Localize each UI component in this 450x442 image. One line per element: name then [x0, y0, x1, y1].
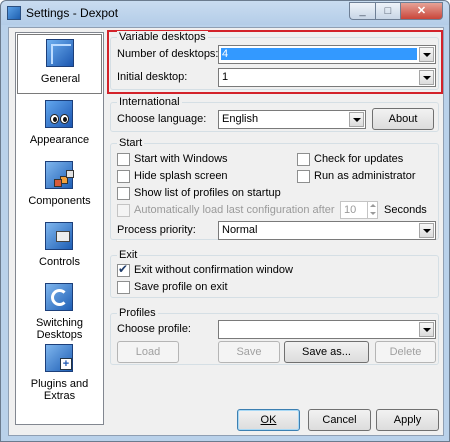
sidebar-item-plugins[interactable]: + Plugins and Extras [17, 340, 102, 402]
initial-desktop-label: Initial desktop: [117, 71, 188, 83]
sidebar-item-label: Controls [39, 256, 80, 268]
apply-button[interactable]: Apply [376, 409, 439, 431]
sidebar-item-label: Components [28, 195, 91, 207]
check-for-updates-label: Check for updates [314, 153, 404, 165]
sidebar-item-label: General [40, 73, 81, 85]
general-icon [46, 39, 74, 67]
maximize-button[interactable]: □ [375, 2, 400, 20]
start-group: Start Start with Windows Check for updat… [110, 137, 439, 240]
settings-sidebar: General Appearance Components Controls S… [15, 32, 104, 425]
auto-load-label: Automatically load last configuration af… [134, 204, 335, 216]
chevron-down-icon[interactable] [419, 223, 434, 238]
dropdown-value: 1 [222, 71, 229, 83]
close-button[interactable]: ✕ [400, 2, 443, 20]
chevron-down-icon[interactable] [419, 322, 434, 337]
spinner-value: 10 [344, 204, 357, 216]
controls-icon [45, 222, 73, 250]
sidebar-item-general[interactable]: General [17, 34, 102, 94]
sidebar-item-label: Appearance [29, 134, 90, 146]
ok-button[interactable]: OK [237, 409, 300, 431]
sidebar-item-label: Switching Desktops [35, 317, 84, 341]
save-profile-button[interactable]: Save [218, 341, 280, 363]
language-dropdown[interactable]: English [218, 110, 366, 129]
number-of-desktops-dropdown[interactable]: 4 [218, 45, 436, 64]
sidebar-item-controls[interactable]: Controls [17, 218, 102, 278]
process-priority-dropdown[interactable]: Normal [218, 221, 436, 240]
hide-splash-label: Hide splash screen [134, 170, 228, 182]
profiles-group: Profiles Choose profile: Load Save Save … [110, 307, 439, 365]
group-title: Start [117, 137, 145, 149]
plugins-icon: + [45, 344, 73, 372]
group-title: Profiles [117, 307, 158, 319]
spinner-arrows-icon[interactable] [367, 202, 377, 218]
appearance-icon [45, 100, 73, 128]
checkmark-icon: ✔ [118, 262, 129, 276]
save-profile-on-exit-checkbox[interactable] [117, 281, 130, 294]
choose-language-label: Choose language: [117, 113, 207, 125]
international-group: International Choose language: English A… [110, 96, 439, 132]
start-with-windows-label: Start with Windows [134, 153, 228, 165]
show-profiles-label: Show list of profiles on startup [134, 187, 281, 199]
ok-label: OK [260, 414, 277, 426]
window-title: Settings - Dexpot [26, 6, 119, 20]
settings-window: Settings - Dexpot _ □ ✕ General Appearan… [0, 0, 450, 442]
dialog-client-area: General Appearance Components Controls S… [8, 27, 444, 436]
components-icon [45, 161, 74, 189]
process-priority-label: Process priority: [117, 224, 196, 236]
sidebar-item-switching-desktops[interactable]: Switching Desktops [17, 279, 102, 341]
chevron-down-icon[interactable] [349, 112, 364, 127]
seconds-spinner[interactable]: 10 [340, 201, 378, 219]
start-with-windows-checkbox[interactable] [117, 153, 130, 166]
dropdown-value: Normal [222, 224, 258, 236]
choose-profile-dropdown[interactable] [218, 320, 436, 339]
exit-without-confirmation-checkbox[interactable]: ✔ [117, 262, 130, 277]
number-of-desktops-label: Number of desktops: [117, 48, 219, 60]
caption-buttons: _ □ ✕ [349, 2, 443, 20]
choose-profile-label: Choose profile: [117, 323, 191, 335]
initial-desktop-dropdown[interactable]: 1 [218, 68, 436, 87]
dropdown-value: English [222, 113, 259, 125]
title-bar[interactable]: Settings - Dexpot _ □ ✕ [1, 1, 449, 25]
chevron-down-icon[interactable] [419, 70, 434, 85]
sidebar-item-components[interactable]: Components [17, 157, 102, 217]
sidebar-item-appearance[interactable]: Appearance [17, 96, 102, 156]
exit-group: Exit ✔ Exit without confirmation window … [110, 249, 439, 298]
seconds-label: Seconds [384, 204, 427, 216]
about-button[interactable]: About [372, 108, 434, 130]
variable-desktops-group: Variable desktops Number of desktops: 4 … [110, 31, 439, 90]
dexpot-app-icon [7, 6, 21, 20]
group-title: Variable desktops [117, 31, 208, 43]
hide-splash-checkbox[interactable] [117, 170, 130, 183]
exit-without-confirmation-label: Exit without confirmation window [134, 264, 293, 276]
group-title: International [117, 96, 182, 108]
run-as-admin-label: Run as administrator [314, 170, 416, 182]
auto-load-checkbox[interactable] [117, 204, 130, 217]
save-profile-on-exit-label: Save profile on exit [134, 281, 228, 293]
run-as-admin-checkbox[interactable] [297, 170, 310, 183]
group-title: Exit [117, 249, 140, 261]
show-profiles-checkbox[interactable] [117, 187, 130, 200]
cancel-button[interactable]: Cancel [308, 409, 371, 431]
switching-desktops-icon [45, 283, 73, 311]
chevron-down-icon[interactable] [419, 47, 434, 62]
sidebar-item-label: Plugins and Extras [30, 378, 89, 402]
save-as-profile-button[interactable]: Save as... [284, 341, 369, 363]
minimize-button[interactable]: _ [349, 2, 375, 20]
dropdown-value: 4 [221, 48, 417, 60]
check-for-updates-checkbox[interactable] [297, 153, 310, 166]
load-profile-button[interactable]: Load [117, 341, 179, 363]
delete-profile-button[interactable]: Delete [375, 341, 436, 363]
